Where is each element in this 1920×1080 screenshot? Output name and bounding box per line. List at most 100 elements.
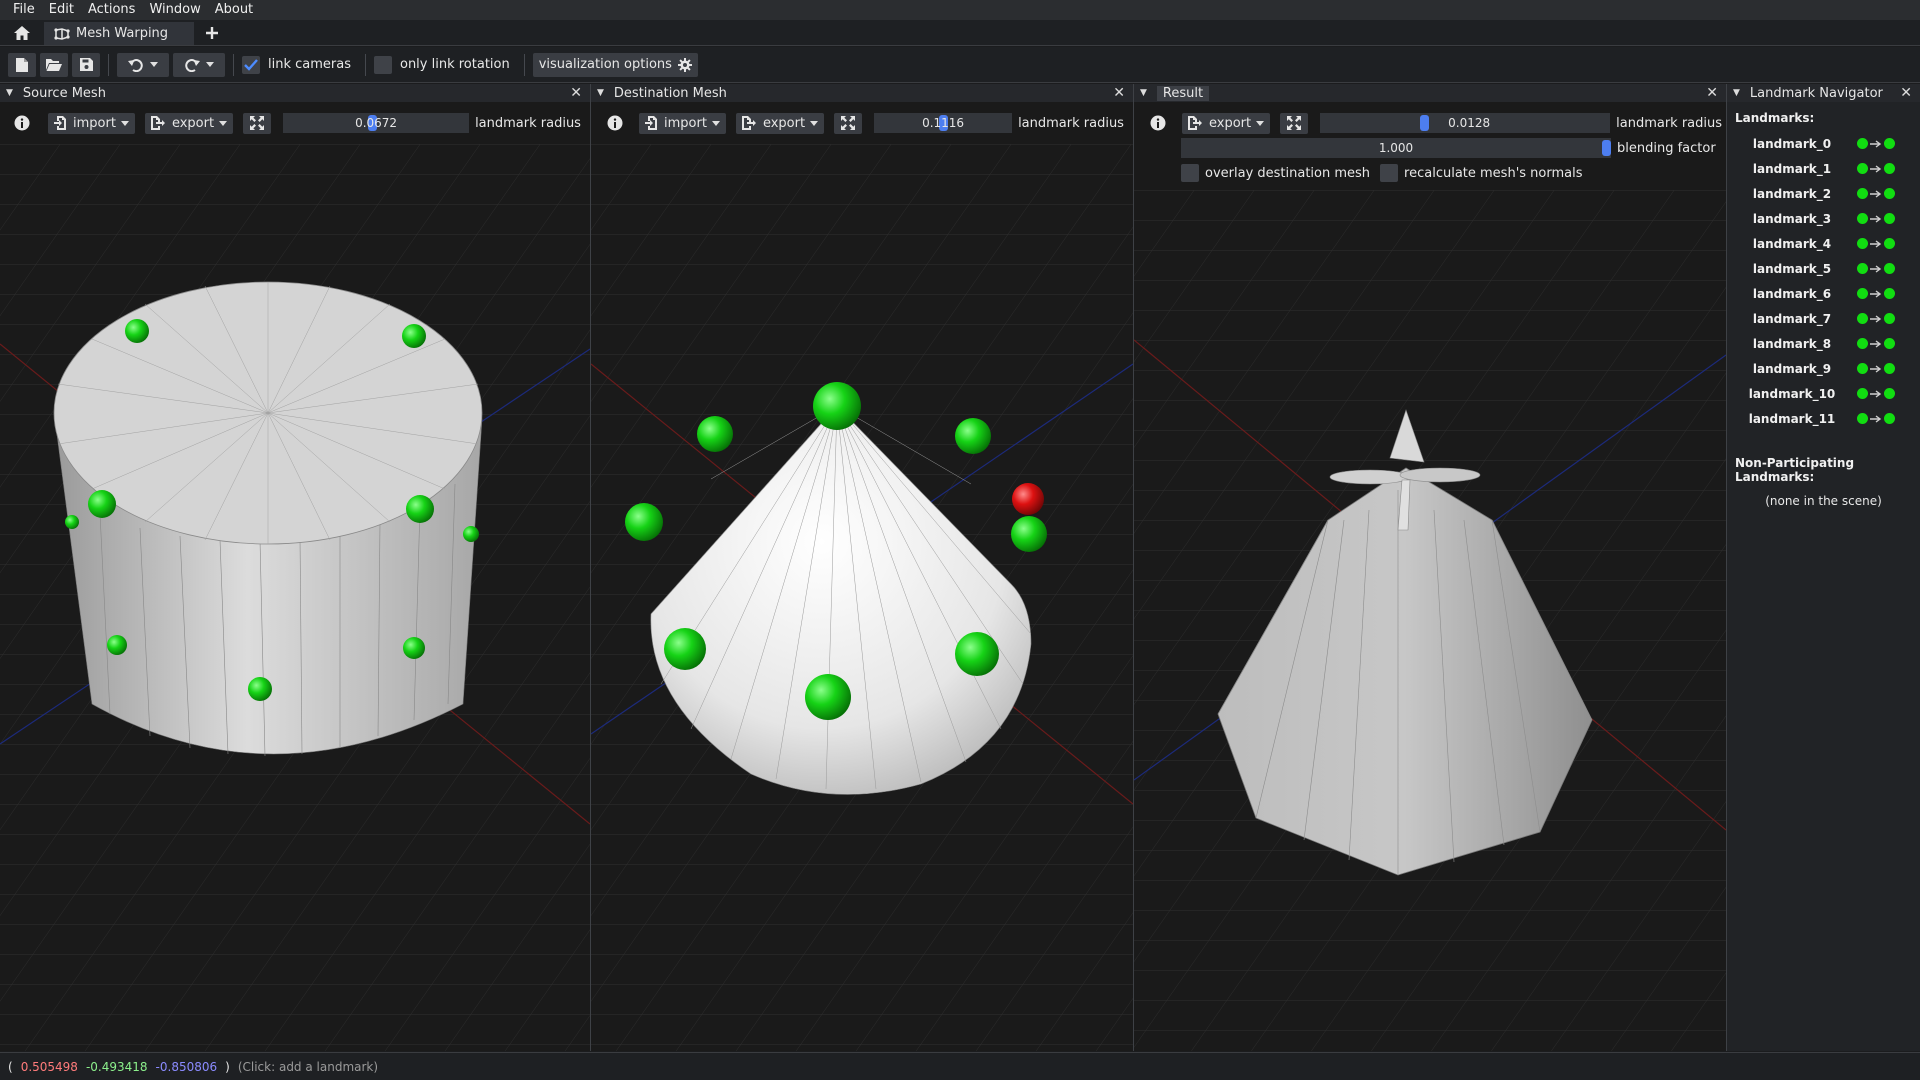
collapse-icon[interactable]: ▼	[6, 88, 13, 98]
info-icon[interactable]	[14, 115, 30, 131]
landmark-name[interactable]: landmark_7	[1727, 312, 1857, 326]
source-mesh-viewport[interactable]	[0, 144, 590, 1051]
landmark-row[interactable]: landmark_8	[1727, 331, 1920, 356]
menu-window[interactable]: Window	[142, 0, 207, 20]
landmark-name[interactable]: landmark_2	[1727, 187, 1857, 201]
landmark-row[interactable]: landmark_10	[1727, 381, 1920, 406]
result-export-button[interactable]: export	[1182, 112, 1271, 134]
info-icon[interactable]	[1150, 115, 1166, 131]
landmark-name[interactable]: landmark_9	[1727, 362, 1857, 376]
landmarks-header: Landmarks:	[1735, 111, 1815, 125]
landmark-row[interactable]: landmark_1	[1727, 156, 1920, 181]
destination-landmark-dot-icon	[1884, 238, 1895, 249]
source-landmark-dot-icon	[1857, 163, 1868, 174]
collapse-icon[interactable]: ▼	[1733, 88, 1740, 98]
landmark-pair-indicator	[1857, 213, 1895, 224]
save-button[interactable]	[72, 52, 100, 77]
source-landmark-radius-slider[interactable]: 0.0672	[283, 113, 470, 133]
only-link-rotation-label: only link rotation	[399, 57, 510, 72]
source-landmark-dot-icon	[1857, 188, 1868, 199]
menu-file[interactable]: File	[6, 0, 42, 20]
destination-export-button[interactable]: export	[735, 112, 825, 134]
landmark-name[interactable]: landmark_10	[1727, 387, 1857, 401]
landmark-pair-indicator	[1857, 388, 1895, 399]
tab-mesh-warping[interactable]: Mesh Warping	[44, 22, 194, 45]
landmark-row[interactable]: landmark_3	[1727, 206, 1920, 231]
arrow-right-icon	[1870, 364, 1882, 373]
undo-button[interactable]	[117, 52, 169, 77]
destination-landmark-dot-icon	[1884, 188, 1895, 199]
landmark-row[interactable]: landmark_6	[1727, 281, 1920, 306]
landmark-sphere	[107, 635, 127, 655]
source-import-button[interactable]: import	[48, 112, 135, 134]
close-icon[interactable]: ✕	[1706, 84, 1718, 102]
destination-landmark-dot-icon	[1884, 313, 1895, 324]
destination-panel-title-bar: ▼ Destination Mesh ✕	[591, 84, 1133, 102]
destination-mesh-viewport[interactable]	[591, 144, 1133, 1051]
close-icon[interactable]: ✕	[1113, 84, 1125, 102]
landmark-row[interactable]: landmark_9	[1727, 356, 1920, 381]
landmark-row[interactable]: landmark_7	[1727, 306, 1920, 331]
source-panel-title-bar: ▼ Source Mesh ✕	[0, 84, 590, 102]
slider-value: 1.000	[1378, 141, 1414, 155]
destination-landmark-radius-slider[interactable]: 0.1116	[874, 113, 1013, 133]
landmark-row[interactable]: landmark_0	[1727, 131, 1920, 156]
chevron-down-icon[interactable]	[206, 62, 214, 67]
landmark-name[interactable]: landmark_3	[1727, 212, 1857, 226]
landmark-name[interactable]: landmark_0	[1727, 137, 1857, 151]
close-icon[interactable]: ✕	[570, 84, 582, 102]
warped-mesh-fin	[1329, 469, 1411, 485]
info-icon[interactable]	[607, 115, 623, 131]
landmark-sphere	[463, 526, 479, 542]
redo-button[interactable]	[173, 52, 225, 77]
arrow-right-icon	[1870, 139, 1882, 148]
menu-edit[interactable]: Edit	[42, 0, 81, 20]
only-link-rotation-checkbox[interactable]	[373, 55, 392, 74]
link-cameras-checkbox[interactable]	[242, 55, 260, 74]
destination-autoscale-button[interactable]	[834, 112, 863, 134]
slider-knob[interactable]	[1602, 140, 1611, 156]
landmark-name[interactable]: landmark_4	[1727, 237, 1857, 251]
landmark-name[interactable]: landmark_1	[1727, 162, 1857, 176]
landmark-row[interactable]: landmark_5	[1727, 256, 1920, 281]
menu-about[interactable]: About	[208, 0, 260, 20]
menu-actions[interactable]: Actions	[81, 0, 143, 20]
add-tab-button[interactable]	[194, 20, 230, 45]
redo-icon	[185, 58, 200, 72]
landmark-sphere	[955, 418, 991, 454]
chevron-down-icon[interactable]	[150, 62, 158, 67]
landmark-row[interactable]: landmark_4	[1727, 231, 1920, 256]
collapse-icon[interactable]: ▼	[597, 88, 604, 98]
source-landmark-dot-icon	[1857, 263, 1868, 274]
destination-import-button[interactable]: import	[639, 112, 726, 134]
navigator-title-bar: ▼ Landmark Navigator ✕	[1727, 84, 1920, 102]
recalculate-normals-checkbox[interactable]	[1380, 164, 1399, 182]
home-tab[interactable]	[0, 20, 44, 45]
landmark-name[interactable]: landmark_11	[1727, 412, 1857, 426]
visualization-options-button[interactable]: visualization options	[532, 52, 698, 77]
landmark-name[interactable]: landmark_6	[1727, 287, 1857, 301]
toolbar-separator	[108, 53, 109, 76]
source-autoscale-button[interactable]	[243, 112, 272, 134]
slider-knob[interactable]	[1420, 115, 1430, 131]
landmark-name[interactable]: landmark_5	[1727, 262, 1857, 276]
landmark-name[interactable]: landmark_8	[1727, 337, 1857, 351]
close-icon[interactable]: ✕	[1900, 84, 1912, 102]
open-file-button[interactable]	[40, 52, 68, 77]
source-export-button[interactable]: export	[144, 112, 234, 134]
result-mesh-viewport[interactable]	[1134, 190, 1726, 1051]
blending-factor-slider[interactable]: 1.000	[1181, 138, 1611, 158]
collapse-icon[interactable]: ▼	[1140, 88, 1147, 98]
result-autoscale-button[interactable]	[1280, 112, 1309, 134]
navigator-title: Landmark Navigator	[1749, 85, 1883, 101]
menubar: File Edit Actions Window About	[0, 0, 1920, 20]
destination-landmark-dot-icon	[1884, 138, 1895, 149]
landmark-row[interactable]: landmark_11	[1727, 406, 1920, 431]
landmark-row[interactable]: landmark_2	[1727, 181, 1920, 206]
result-landmark-radius-slider[interactable]: 0.0128	[1320, 113, 1611, 133]
landmark-radius-label: landmark radius	[1018, 115, 1124, 131]
overlay-destination-checkbox[interactable]	[1181, 164, 1199, 182]
landmark-pair-indicator	[1857, 338, 1895, 349]
new-file-button[interactable]	[8, 52, 36, 77]
export-icon	[1188, 116, 1202, 130]
